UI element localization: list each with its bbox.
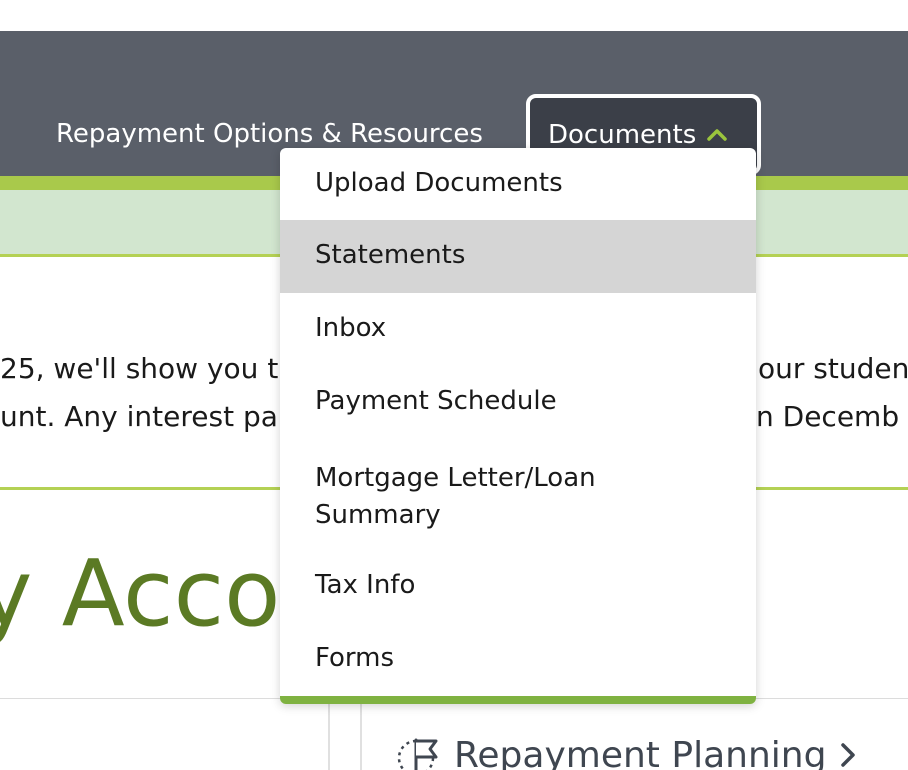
notice-text-line1-right: our student <box>758 352 908 385</box>
repayment-planning-label: Repayment Planning <box>454 734 827 770</box>
menu-item-statements[interactable]: Statements <box>280 220 756 293</box>
menu-item-payment-schedule[interactable]: Payment Schedule <box>280 366 756 440</box>
nav-documents-label: Documents <box>548 119 697 150</box>
menu-item-label: Inbox <box>315 313 387 343</box>
menu-item-tax-info[interactable]: Tax Info <box>280 550 756 623</box>
top-strip <box>0 0 908 31</box>
chevron-right-icon <box>841 743 856 767</box>
dropdown-accent-bar <box>280 696 756 704</box>
menu-item-label: Statements <box>315 240 466 270</box>
repayment-planning-link[interactable]: Repayment Planning <box>396 732 858 770</box>
notice-text-line2-left: unt. Any interest pa <box>0 400 278 433</box>
notice-text-line1-left: 25, we'll show you t <box>0 352 279 385</box>
menu-item-upload-documents[interactable]: Upload Documents <box>280 148 756 220</box>
flag-icon <box>397 738 438 770</box>
account-card <box>0 698 330 770</box>
menu-item-label: Forms <box>315 643 395 673</box>
menu-item-label: Payment Schedule <box>315 386 557 416</box>
menu-item-mortgage-letter[interactable]: Mortgage Letter/Loan Summary <box>280 440 756 550</box>
menu-item-inbox[interactable]: Inbox <box>280 293 756 366</box>
notice-text-line2-right: n Decemb <box>756 400 900 433</box>
chevron-up-icon <box>707 128 727 141</box>
nav-repayment-options[interactable]: Repayment Options & Resources <box>56 119 483 149</box>
menu-item-label: Upload Documents <box>315 168 563 198</box>
menu-item-label-line2: Summary <box>315 500 441 530</box>
menu-item-label: Mortgage Letter/Loan <box>315 463 596 493</box>
menu-item-forms[interactable]: Forms <box>280 623 756 696</box>
menu-item-label: Tax Info <box>315 570 416 600</box>
documents-dropdown-menu: Upload Documents Statements Inbox Paymen… <box>280 148 756 704</box>
